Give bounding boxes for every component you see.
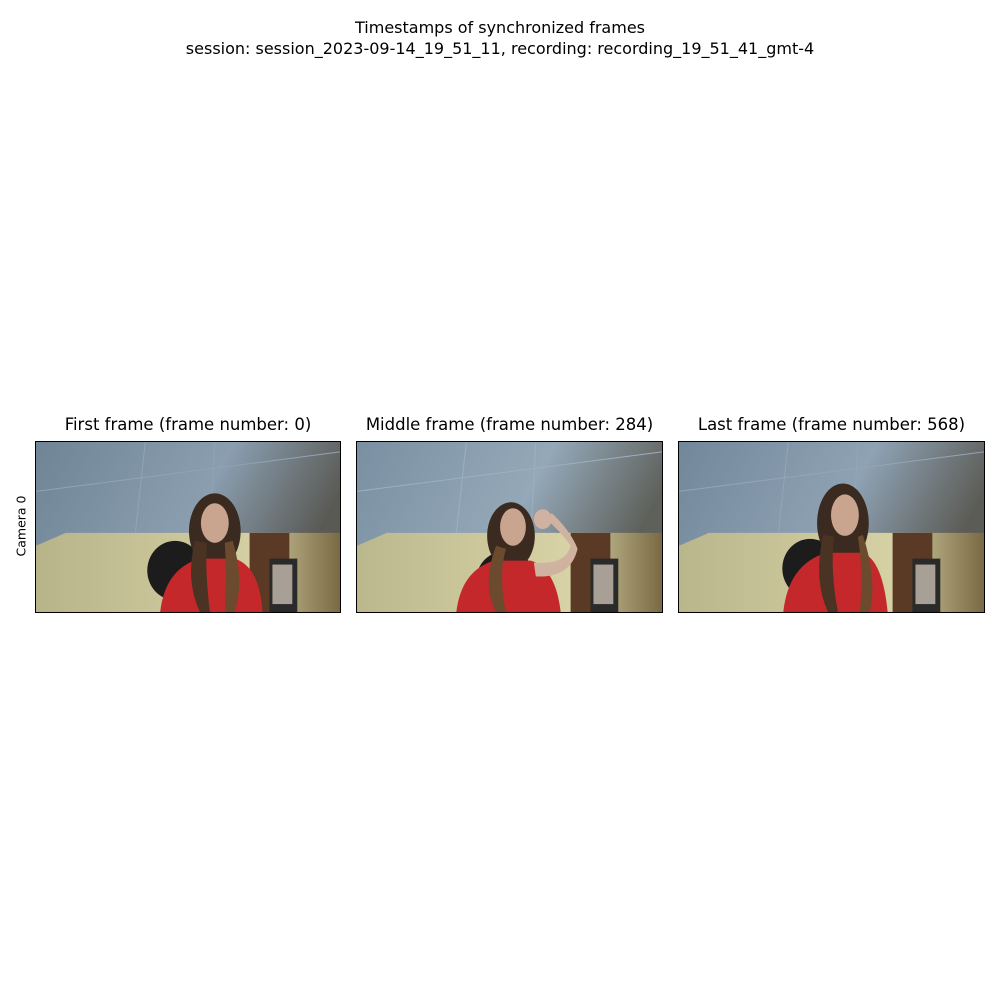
camera-row-label-text: Camera 0 xyxy=(13,495,29,557)
figure-subtitle: session: session_2023-09-14_19_51_11, re… xyxy=(185,39,815,58)
middle-frame-photo xyxy=(357,442,662,612)
first-frame-image xyxy=(35,441,341,613)
last-frame-photo xyxy=(679,442,984,612)
middle-frame-image xyxy=(356,441,663,613)
panel-title-last: Last frame (frame number: 568) xyxy=(697,415,966,434)
camera-row-label: Camera 0 xyxy=(3,490,39,562)
last-frame-image xyxy=(678,441,985,613)
figure-title: Timestamps of synchronized frames xyxy=(355,18,645,37)
panel-title-first: First frame (frame number: 0) xyxy=(64,415,312,434)
first-frame-photo xyxy=(36,442,340,612)
panel-title-middle: Middle frame (frame number: 284) xyxy=(365,415,654,434)
